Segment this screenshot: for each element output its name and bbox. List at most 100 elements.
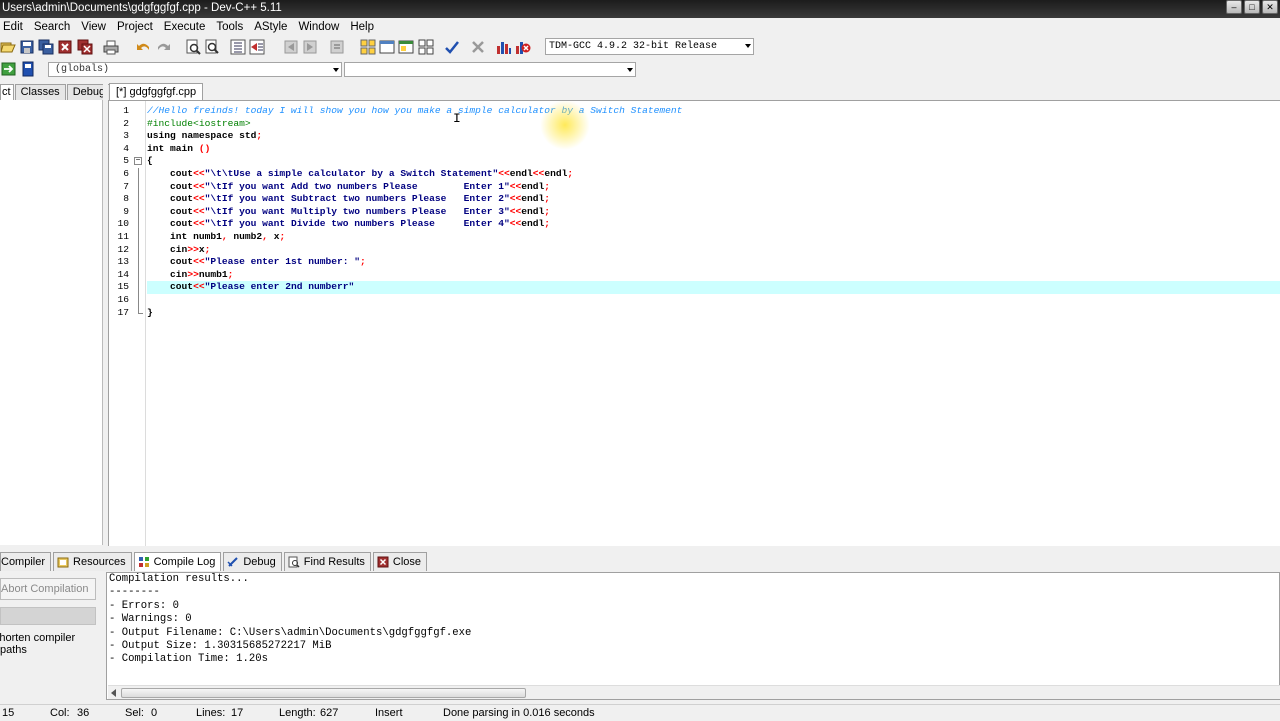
line-number: 6 [123, 167, 129, 179]
stop-execution-icon[interactable] [470, 39, 486, 55]
code-line[interactable]: 9 cout<<"\tIf you want Multiply two numb… [123, 205, 1280, 219]
code-line[interactable]: 16 [117, 293, 1280, 307]
code-line[interactable]: 10 cout<<"\tIf you want Divide two numbe… [117, 218, 1280, 231]
scrollbar-thumb[interactable] [121, 688, 526, 698]
fold-guide [138, 230, 139, 244]
code-line-text: cout<<"\tIf you want Multiply two number… [147, 205, 551, 217]
line-number: 12 [117, 243, 129, 255]
line-number: 3 [123, 130, 129, 142]
menu-tools[interactable]: Tools [211, 21, 249, 33]
code-line[interactable]: 7 cout<<"\tIf you want Add two numbers P… [123, 180, 1280, 194]
goto-back-icon[interactable] [283, 39, 299, 55]
insert-icon[interactable] [1, 61, 17, 77]
code-line[interactable]: 2 #include<iostream> [123, 118, 1280, 131]
menu-project[interactable]: Project [112, 21, 159, 33]
unindent-icon[interactable] [249, 39, 265, 55]
toggle-bookmark-icon[interactable] [20, 61, 36, 77]
bookmark-icon[interactable] [329, 39, 345, 55]
close-window-button[interactable]: ✕ [1262, 0, 1278, 14]
replace-icon[interactable] [204, 39, 220, 55]
code-line[interactable]: 13 cout<<"Please enter 1st number: "; [117, 256, 1280, 269]
tab-resources[interactable]: Resources [53, 552, 132, 571]
minimize-button[interactable]: – [1226, 0, 1242, 14]
fold-guide [138, 293, 139, 307]
menu-window[interactable]: Window [293, 21, 345, 33]
layout-icon[interactable] [398, 39, 414, 55]
code-line[interactable]: 11 int numb1, numb2, x; [117, 230, 1280, 244]
tab-find-results[interactable]: Find Results [283, 552, 371, 571]
tab-compiler-label: Compiler [1, 556, 46, 568]
tab-compile-log[interactable]: Compile Log [133, 552, 222, 571]
line-number: 17 [117, 306, 129, 318]
line-number: 1 [123, 105, 129, 116]
code-line[interactable]: 3 using namespace std; [123, 130, 1280, 143]
tile-icon[interactable] [418, 39, 434, 55]
line-number: 5 [123, 155, 129, 167]
project-options-icon[interactable] [360, 39, 376, 55]
code-line[interactable]: 6 cout<<"\t\tUse a simple calculator by … [123, 167, 1280, 181]
redo-icon[interactable] [155, 39, 171, 55]
code-line-text: cout<<"Please enter 2nd numberr" [147, 281, 355, 293]
new-window-icon[interactable] [379, 39, 395, 55]
line-number: 11 [117, 230, 129, 242]
save-icon[interactable] [19, 39, 35, 55]
status-lines: 17 [231, 707, 244, 719]
menu-execute[interactable]: Execute [159, 21, 212, 33]
scroll-left-icon[interactable] [111, 689, 116, 697]
code-area[interactable]: 1 //Hello freinds! today I will show you … [117, 105, 1280, 320]
log-line: - Errors: 0 [109, 599, 179, 612]
fold-toggle-icon[interactable]: − [134, 157, 142, 166]
bottom-panel-tabs: Compiler Resources Compile Log Debug Fin… [0, 551, 1280, 571]
code-line[interactable]: 15 cout<<"Please enter 2nd numberr" [117, 281, 1280, 294]
code-line[interactable]: 5−{ [123, 155, 1280, 168]
project-browser[interactable] [0, 100, 103, 545]
log-line: - Output Size: 1.30315685272217 MiB [109, 640, 332, 653]
tab-compiler[interactable]: Compiler [0, 552, 52, 571]
progress-bar [0, 607, 96, 625]
abort-compilation-button[interactable]: Abort Compilation [0, 578, 96, 600]
menu-help[interactable]: Help [345, 21, 380, 33]
code-line[interactable]: 12 cin>>x; [117, 243, 1280, 257]
close-file-icon[interactable] [57, 39, 73, 55]
code-line-text: cin>>x; [147, 243, 211, 255]
code-line[interactable]: 4 int main () [123, 143, 1280, 156]
save-all-icon[interactable] [38, 39, 54, 55]
editor-file-tab[interactable]: [*] gdgfggfgf.cpp [109, 83, 204, 100]
menu-edit[interactable]: Edit [0, 21, 29, 33]
tab-find-results-label: Find Results [303, 556, 365, 568]
scope-select[interactable]: (globals) [48, 62, 342, 77]
tab-debug-bottom[interactable]: Debug [223, 552, 282, 571]
code-line[interactable]: 17} [117, 306, 1280, 320]
goto-forward-icon[interactable] [302, 39, 318, 55]
menu-search[interactable]: Search [29, 21, 76, 33]
code-line[interactable]: 14 cin>>numb1; [117, 268, 1280, 282]
function-select[interactable] [344, 62, 636, 77]
undo-icon[interactable] [136, 39, 152, 55]
code-line-text: } [147, 306, 153, 318]
code-line-text: cout<<"\tIf you want Subtract two number… [147, 193, 551, 205]
maximize-button[interactable]: □ [1244, 0, 1260, 14]
menu-view[interactable]: View [76, 21, 112, 33]
print-icon[interactable] [103, 39, 119, 55]
tab-project[interactable]: ct [0, 84, 14, 100]
shorten-paths-checkbox[interactable]: Shorten compiler paths [0, 632, 104, 656]
profile-icon[interactable] [496, 39, 512, 55]
close-all-icon[interactable] [77, 39, 93, 55]
code-line[interactable]: 8 cout<<"\tIf you want Subtract two numb… [123, 193, 1280, 206]
compiler-select[interactable]: TDM-GCC 4.9.2 32-bit Release [545, 38, 754, 55]
delete-profile-icon[interactable] [515, 39, 531, 55]
code-editor[interactable]: 1 //Hello freinds! today I will show you … [108, 100, 1280, 546]
tab-classes[interactable]: Classes [14, 84, 66, 100]
shorten-paths-label: Shorten compiler paths [0, 632, 76, 656]
find-icon[interactable] [185, 39, 201, 55]
compile-log-output[interactable]: Compilation results... -------- - Errors: … [106, 572, 1280, 700]
status-col-label: Col: [50, 707, 70, 719]
compiler-controls: Abort Compilation Shorten compiler paths [0, 572, 104, 700]
check-syntax-icon[interactable] [444, 39, 460, 55]
tab-close[interactable]: Close [372, 552, 428, 571]
code-line[interactable]: 1 //Hello freinds! today I will show you … [123, 105, 1280, 118]
horizontal-scrollbar[interactable] [108, 685, 1280, 699]
open-project-icon[interactable] [0, 39, 16, 55]
menu-astyle[interactable]: AStyle [249, 21, 293, 33]
indent-icon[interactable] [230, 39, 246, 55]
